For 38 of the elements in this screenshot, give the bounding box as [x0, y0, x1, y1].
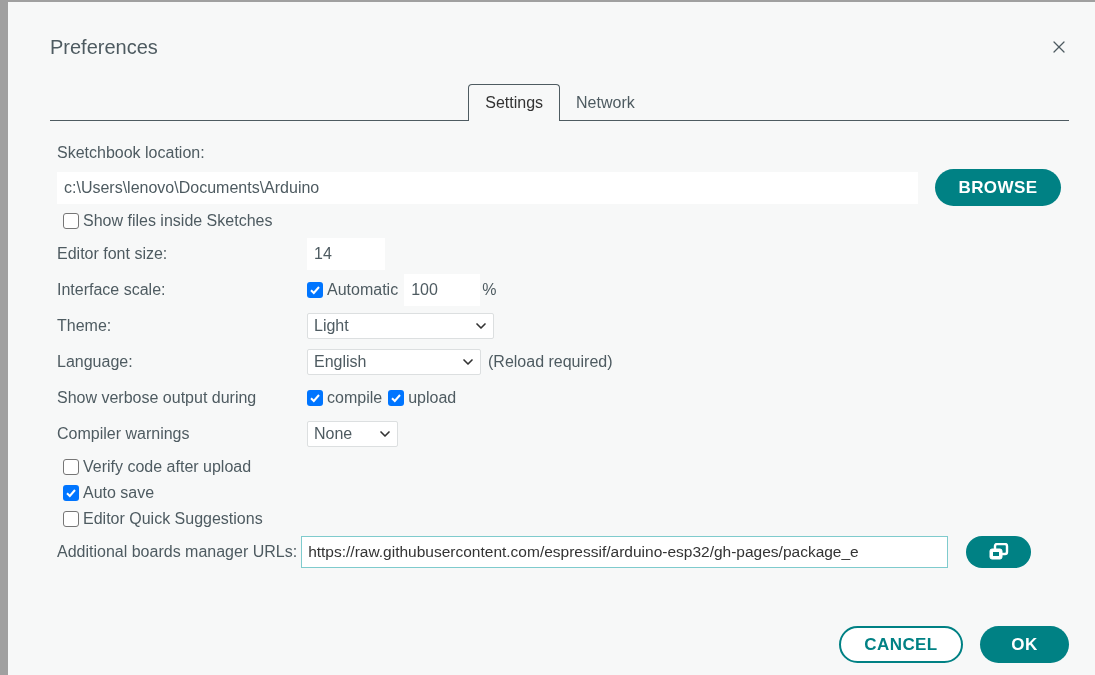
field-label: Additional boards manager URLs: — [57, 542, 298, 562]
checkbox-label: compile — [327, 388, 383, 408]
field-label: Compiler warnings — [57, 424, 191, 444]
font-size-field[interactable]: 14 — [307, 238, 385, 270]
checkbox-label: upload — [408, 388, 457, 408]
field-label: Theme: — [57, 316, 113, 336]
scale-field[interactable]: 100 — [404, 274, 481, 306]
tab[interactable]: Network — [560, 84, 651, 121]
language-select[interactable]: English — [307, 349, 481, 375]
warnings-select[interactable]: None — [307, 421, 398, 447]
checkbox[interactable] — [307, 390, 323, 406]
ok-button[interactable]: OK — [980, 626, 1069, 663]
urls-field[interactable]: https://raw.githubusercontent.com/espressif/arduino-esp32/gh-pages/package_e — [301, 536, 949, 568]
checkbox[interactable] — [388, 390, 405, 406]
field-label: Sketchbook location: — [57, 143, 206, 163]
checkbox[interactable] — [63, 511, 79, 527]
checkbox[interactable] — [63, 213, 79, 229]
field-label: Language: — [57, 352, 134, 372]
note-text: (Reload required) — [488, 352, 613, 372]
dialog-title: Preferences — [50, 35, 158, 60]
checkbox[interactable] — [63, 459, 79, 475]
checkbox[interactable] — [63, 485, 79, 501]
browse-button[interactable]: BROWSE — [935, 169, 1061, 206]
tab[interactable]: Settings — [468, 84, 561, 121]
field-label: Editor font size: — [57, 244, 169, 264]
window-icon[interactable] — [966, 536, 1032, 568]
cancel-button[interactable]: CANCEL — [839, 626, 963, 663]
checkbox-label: Auto save — [83, 483, 155, 503]
field-label: Interface scale: — [57, 280, 167, 300]
checkbox-label: Editor Quick Suggestions — [83, 509, 263, 529]
theme-select[interactable]: Light — [307, 313, 494, 339]
checkbox-label: Automatic — [327, 280, 399, 300]
unit-label: % — [482, 280, 497, 300]
checkbox[interactable] — [307, 282, 323, 298]
field-label: Show verbose output during — [57, 388, 258, 408]
checkbox-label: Verify code after upload — [83, 457, 252, 477]
checkbox-label: Show files inside Sketches — [83, 211, 273, 231]
sketchbook-field[interactable]: c:\Users\lenovo\Documents\Arduino — [57, 171, 918, 204]
